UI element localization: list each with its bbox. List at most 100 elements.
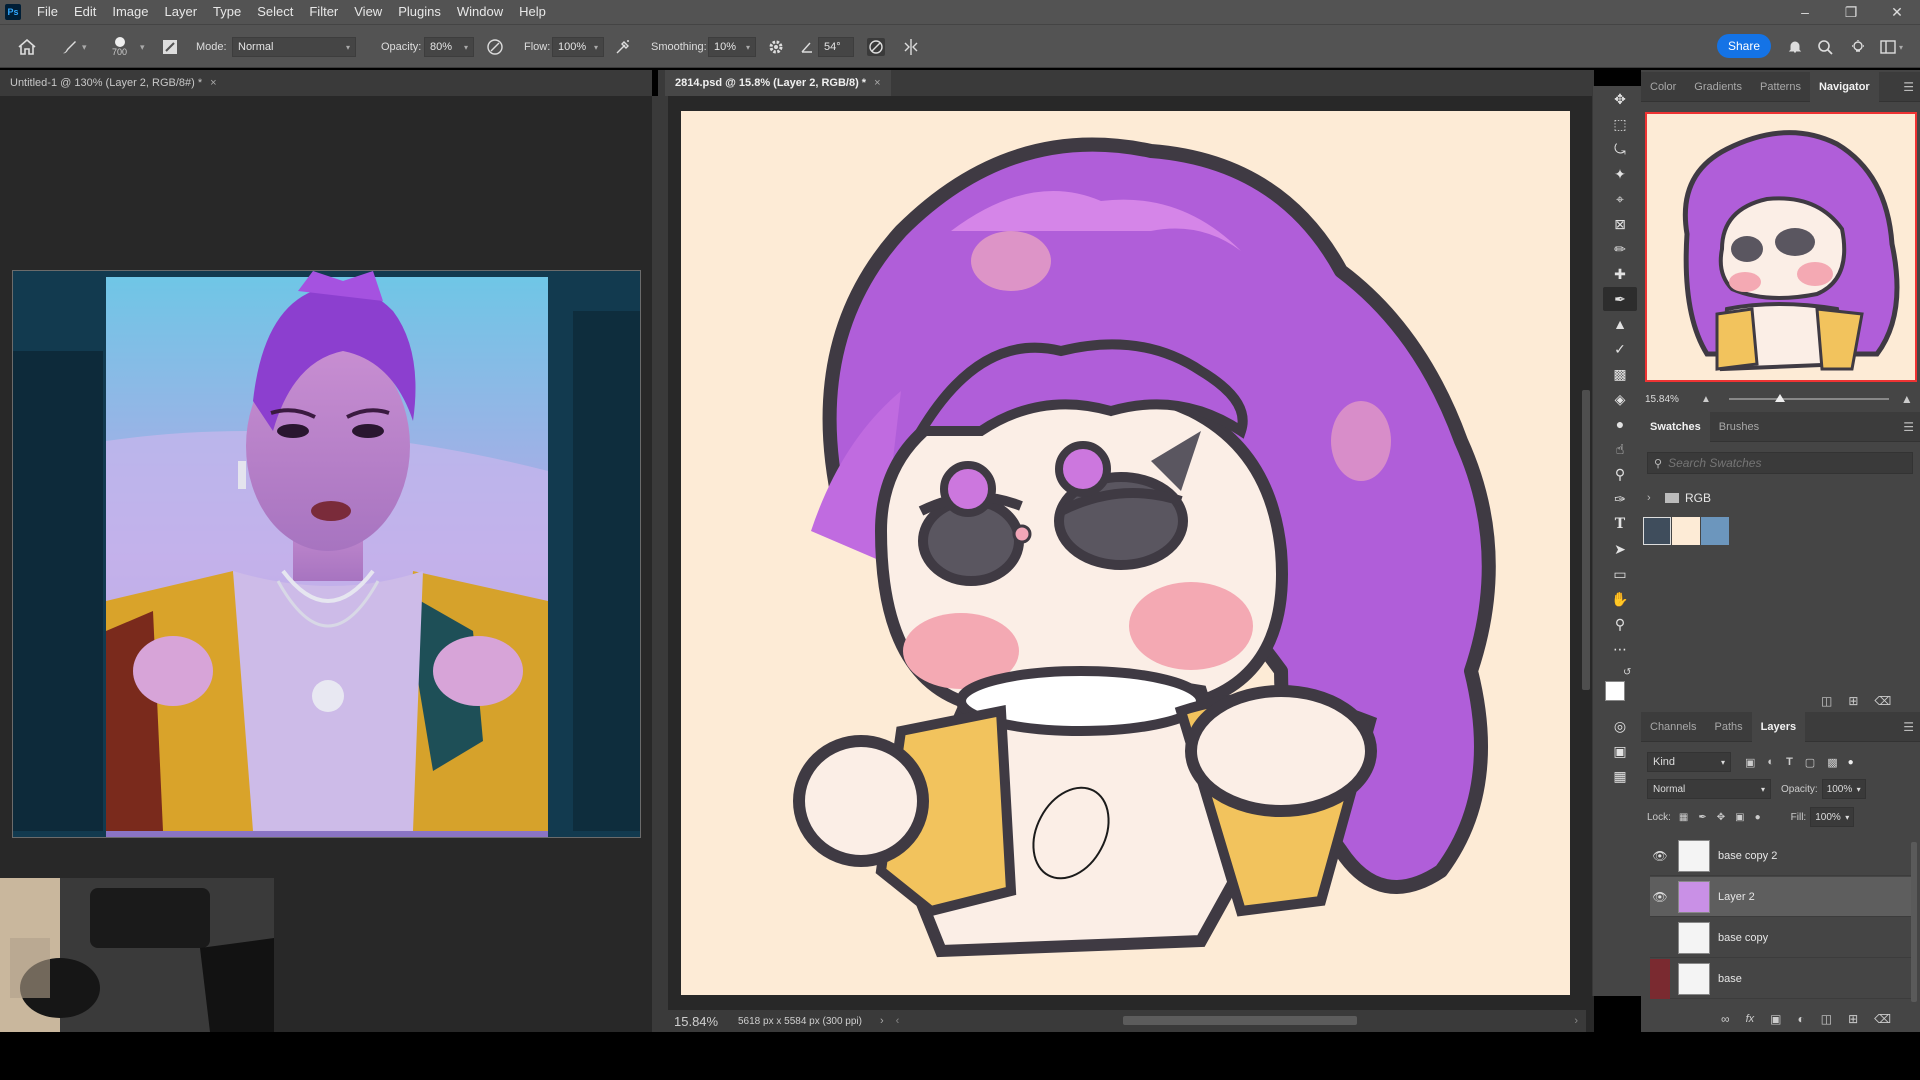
discover-lightbulb-icon[interactable]: [1850, 25, 1866, 69]
delete-swatch-trash-icon[interactable]: ⌫: [1874, 694, 1891, 708]
layer-kind-filter[interactable]: Kind ▾: [1647, 752, 1731, 772]
swatch-dark-blue[interactable]: [1643, 517, 1671, 545]
home-icon[interactable]: [18, 25, 36, 69]
lasso-tool-icon[interactable]: ⤿: [1603, 137, 1637, 161]
layer-name[interactable]: Layer 2: [1718, 891, 1755, 903]
rectangle-tool-icon[interactable]: ▭: [1603, 562, 1637, 586]
menu-type[interactable]: Type: [205, 0, 249, 24]
angle-input[interactable]: 54°: [818, 37, 854, 57]
magic-wand-icon[interactable]: ✦: [1603, 162, 1637, 186]
new-group-folder-icon[interactable]: ◫: [1821, 1012, 1832, 1026]
more-tools-icon[interactable]: ⋯: [1603, 637, 1637, 661]
tab-brushes[interactable]: Brushes: [1710, 412, 1768, 442]
screen-mode-icon[interactable]: ▣: [1603, 739, 1637, 763]
delete-layer-trash-icon[interactable]: ⌫: [1874, 1012, 1891, 1026]
hand-tool-icon[interactable]: ✋: [1603, 587, 1637, 611]
menu-help[interactable]: Help: [511, 0, 554, 24]
pressure-size-icon[interactable]: [866, 25, 886, 69]
workspace-icon[interactable]: ▾: [1880, 25, 1903, 69]
horizontal-scrollbar[interactable]: [1123, 1016, 1357, 1025]
menu-filter[interactable]: Filter: [301, 0, 346, 24]
layer-row[interactable]: base: [1650, 958, 1912, 999]
tab-navigator[interactable]: Navigator: [1809, 71, 1879, 102]
brush-size-dropdown-icon[interactable]: ▾: [140, 25, 145, 69]
navigator-zoom-slider[interactable]: [1728, 394, 1889, 402]
tab-swatches[interactable]: Swatches: [1641, 411, 1710, 442]
dodge-tool-icon[interactable]: ⚲: [1603, 462, 1637, 486]
hidden-eye-slot[interactable]: [1650, 958, 1670, 999]
menu-plugins[interactable]: Plugins: [390, 0, 449, 24]
tab-patterns[interactable]: Patterns: [1751, 72, 1810, 102]
drawing-canvas[interactable]: [681, 111, 1570, 995]
reference-image[interactable]: [12, 270, 641, 838]
layer-style-fx-icon[interactable]: fx: [1746, 1013, 1755, 1025]
eyedropper-icon[interactable]: ✏: [1603, 237, 1637, 261]
close-icon[interactable]: ✕: [1874, 0, 1920, 24]
pen-tool-icon[interactable]: ✑: [1603, 487, 1637, 511]
swatch-group-rgb[interactable]: › RGB: [1647, 488, 1711, 508]
mode-select[interactable]: Normal ▾: [232, 37, 356, 57]
smudge-tool-icon[interactable]: ☝: [1603, 437, 1637, 461]
chevron-right-icon[interactable]: ›: [880, 1015, 884, 1027]
layer-name[interactable]: base copy 2: [1718, 850, 1777, 862]
smoothing-input[interactable]: 10% ▾: [708, 37, 756, 57]
lock-all-icon[interactable]: ●: [1755, 812, 1761, 823]
share-button[interactable]: Share: [1717, 34, 1771, 58]
eye-icon[interactable]: 👁: [1650, 890, 1670, 904]
history-brush-icon[interactable]: ✓: [1603, 337, 1637, 361]
filter-toggle-icon[interactable]: ●: [1848, 757, 1854, 768]
add-mask-icon[interactable]: ▣: [1770, 1012, 1781, 1026]
foreground-color-swatch[interactable]: [1605, 681, 1625, 701]
menu-layer[interactable]: Layer: [157, 0, 206, 24]
opacity-input[interactable]: 80% ▾: [424, 37, 474, 57]
filter-type-icon[interactable]: T: [1786, 756, 1793, 768]
clone-stamp-icon[interactable]: ▲: [1603, 312, 1637, 336]
tab-color[interactable]: Color: [1641, 72, 1685, 102]
layer-fill-input[interactable]: 100% ▾: [1810, 807, 1855, 827]
menu-image[interactable]: Image: [104, 0, 156, 24]
artboard-icon[interactable]: ▦: [1603, 764, 1637, 788]
tab-paths[interactable]: Paths: [1705, 712, 1751, 742]
blend-mode-select[interactable]: Normal ▾: [1647, 779, 1771, 799]
adjustment-layer-icon[interactable]: ◐: [1797, 1012, 1804, 1026]
menu-view[interactable]: View: [346, 0, 390, 24]
menu-edit[interactable]: Edit: [66, 0, 104, 24]
zoom-level[interactable]: 15.84%: [674, 1014, 730, 1029]
document-info[interactable]: 5618 px x 5584 px (300 ppi): [738, 1016, 862, 1027]
zoom-out-icon[interactable]: ▲: [1701, 394, 1711, 405]
new-layer-icon[interactable]: ⊞: [1848, 1012, 1858, 1026]
layer-name[interactable]: base copy: [1718, 932, 1768, 944]
slider-thumb[interactable]: [1774, 394, 1785, 402]
scroll-left-icon[interactable]: ‹: [896, 1015, 900, 1027]
swatch-steel-blue[interactable]: [1701, 517, 1729, 545]
healing-brush-icon[interactable]: ✚: [1603, 262, 1637, 286]
lock-transparent-icon[interactable]: ▦: [1679, 812, 1688, 823]
navigator-zoom-value[interactable]: 15.84%: [1645, 394, 1701, 405]
menu-file[interactable]: File: [29, 0, 66, 24]
layer-opacity-input[interactable]: 100% ▾: [1821, 779, 1866, 799]
panel-menu-icon[interactable]: ☰: [1903, 720, 1914, 734]
airbrush-icon[interactable]: [614, 25, 632, 69]
filter-adjustment-icon[interactable]: ◐: [1767, 756, 1774, 768]
quick-mask-icon[interactable]: ◎: [1603, 714, 1637, 738]
crop-tool-icon[interactable]: ⌖: [1603, 187, 1637, 211]
scroll-right-icon[interactable]: ›: [1574, 1015, 1578, 1027]
symmetry-icon[interactable]: [902, 25, 920, 69]
zoom-in-icon[interactable]: ▲: [1901, 392, 1913, 406]
navigator-preview[interactable]: [1645, 112, 1917, 382]
lock-position-icon[interactable]: ✥: [1717, 812, 1725, 823]
blur-tool-icon[interactable]: ●: [1603, 412, 1637, 436]
restore-icon[interactable]: ❐: [1828, 0, 1874, 24]
move-tool-icon[interactable]: ✥: [1603, 87, 1637, 111]
tab-gradients[interactable]: Gradients: [1685, 72, 1751, 102]
filter-shape-icon[interactable]: ▢: [1805, 756, 1815, 769]
close-tab-icon[interactable]: ×: [874, 77, 880, 89]
lock-image-icon[interactable]: ✒: [1698, 812, 1706, 823]
type-tool-icon[interactable]: T: [1603, 512, 1637, 536]
close-tab-icon[interactable]: ×: [210, 77, 216, 89]
link-layers-icon[interactable]: ∞: [1721, 1012, 1730, 1026]
layer-row[interactable]: 👁 base copy 2: [1650, 836, 1912, 876]
frame-tool-icon[interactable]: ⊠: [1603, 212, 1637, 236]
tab-layers[interactable]: Layers: [1751, 711, 1806, 742]
swatch-search-input[interactable]: [1668, 456, 1889, 470]
